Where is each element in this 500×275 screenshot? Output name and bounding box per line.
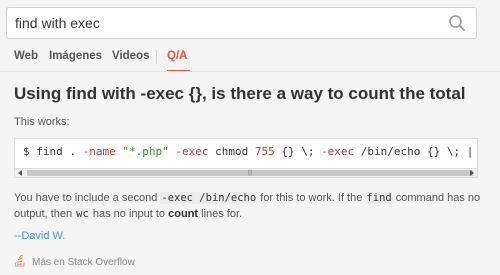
answer-body: You have to include a second -exec /bin/… — [14, 192, 481, 220]
code-block: $ find . -name "*.php" -exec chmod 755 {… — [14, 138, 478, 178]
search-input[interactable] — [15, 8, 435, 38]
tabs-divider — [0, 71, 500, 72]
answer-title[interactable]: Using find with -exec {}, is there a way… — [14, 84, 466, 104]
source-link[interactable]: Más en Stack Overflow — [14, 255, 135, 268]
horizontal-scrollbar[interactable]: ||| — [15, 168, 477, 177]
tab-web[interactable]: Web — [14, 50, 38, 62]
tab-qa[interactable]: Q/A — [167, 50, 187, 62]
search-icon[interactable] — [448, 14, 466, 32]
grip-icon: ||| — [247, 170, 253, 176]
tab-videos[interactable]: Videos — [112, 50, 150, 62]
source-label: Más en Stack Overflow — [32, 257, 135, 268]
search-bar[interactable] — [6, 7, 477, 39]
inline-code: -exec /bin/echo — [160, 192, 258, 204]
tab-images[interactable]: Imágenes — [49, 50, 102, 62]
code-line: $ find . -name "*.php" -exec chmod 755 {… — [23, 145, 477, 158]
scroll-right-icon[interactable] — [470, 170, 474, 176]
answer-author-link[interactable]: --David W. — [14, 230, 65, 242]
answer-intro: This works: — [14, 116, 70, 128]
tab-divider — [156, 50, 157, 64]
scroll-left-icon[interactable] — [18, 170, 22, 176]
inline-code: wc — [75, 208, 90, 220]
scrollbar-thumb[interactable]: ||| — [27, 170, 473, 176]
inline-code: find — [365, 192, 393, 204]
stackoverflow-icon — [14, 255, 25, 267]
